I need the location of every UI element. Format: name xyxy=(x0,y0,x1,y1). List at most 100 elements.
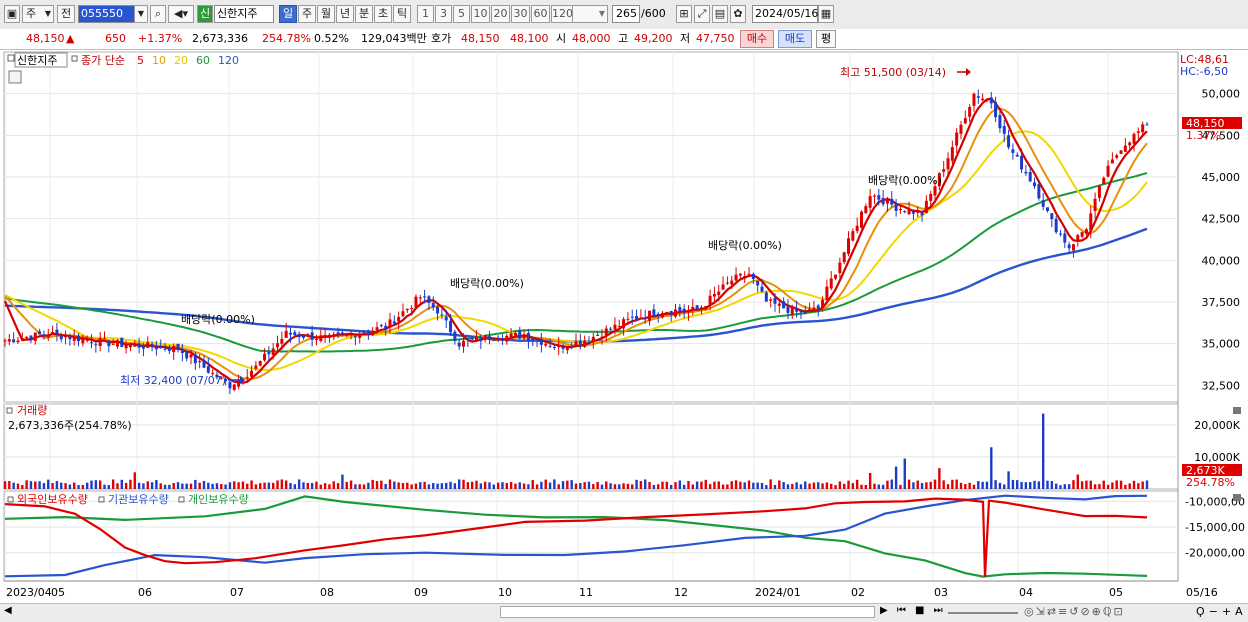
stock-chart[interactable]: 32,50035,00037,50040,00042,50045,00047,5… xyxy=(0,50,1248,603)
scroll-thumb[interactable] xyxy=(500,606,875,618)
candle-body xyxy=(206,366,210,373)
volume-bar xyxy=(73,482,76,489)
x-tick-label: 07 xyxy=(230,586,244,599)
candle-body xyxy=(864,206,868,214)
candle-body xyxy=(7,339,11,342)
candle-body xyxy=(639,317,643,320)
candle-body xyxy=(33,332,37,341)
candle-body xyxy=(289,332,292,335)
interval-button-120[interactable]: 120 xyxy=(551,5,574,23)
market-select[interactable]: 주 ▼ xyxy=(22,5,54,23)
candle-body xyxy=(916,210,920,213)
interval-button-3[interactable]: 3 xyxy=(435,5,452,23)
nav-controls-icon[interactable]: ▶ ⏮ ■ ⏭ xyxy=(880,605,946,616)
interval-button-60[interactable]: 60 xyxy=(531,5,550,23)
volume-bar xyxy=(920,483,924,489)
candle-body xyxy=(1020,155,1024,170)
turnover: 0.52% xyxy=(314,32,349,45)
volume-bar xyxy=(855,479,859,489)
candle-body xyxy=(985,99,989,101)
period-button-4[interactable]: 분 xyxy=(355,5,373,23)
low-price: 47,750 xyxy=(696,32,735,45)
bottom-scrollbar[interactable]: ◀ ▶ ⏮ ■ ⏭ ◎⇲⇄≡↺⊘⊕ℚ⊡ Ϙ−+A xyxy=(0,603,1248,622)
x-tick-label: 04 xyxy=(1019,586,1033,599)
draw-tool-icon[interactable]: ⤢ xyxy=(694,5,710,23)
interval-button-20[interactable]: 20 xyxy=(491,5,510,23)
speaker-icon[interactable]: ◀▾ xyxy=(168,5,194,23)
volume-bar xyxy=(842,483,846,489)
candle-body xyxy=(314,339,318,341)
interval-button-5[interactable]: 5 xyxy=(453,5,470,23)
panel-close-icon[interactable] xyxy=(1233,494,1241,501)
candle-body xyxy=(327,334,331,338)
candle-body xyxy=(1011,149,1015,153)
zoom-slider[interactable] xyxy=(948,612,1018,614)
candle-body xyxy=(371,330,375,336)
candle-body xyxy=(1024,171,1028,174)
chevron-down-icon[interactable]: ▼ xyxy=(134,5,148,23)
volume-bar xyxy=(899,484,902,489)
candle-body xyxy=(1037,184,1041,199)
candle-body xyxy=(111,344,115,346)
volume-bar xyxy=(328,484,331,489)
volume-bar xyxy=(678,480,682,489)
volume-bar xyxy=(1020,481,1023,489)
volume-bar xyxy=(297,479,301,489)
count-input[interactable]: 265 xyxy=(612,5,640,23)
candle-body xyxy=(860,211,863,228)
candle-body xyxy=(301,335,305,338)
interval-button-10[interactable]: 10 xyxy=(471,5,490,23)
candle-body xyxy=(855,225,859,232)
save-icon[interactable]: ▤ xyxy=(712,5,728,23)
eval-button[interactable]: 평 xyxy=(816,30,836,48)
x-tick-label: 10 xyxy=(498,586,512,599)
volume-bar xyxy=(1003,484,1006,489)
scroll-left-icon[interactable]: ◀ xyxy=(4,605,12,616)
chart-tools-icon[interactable]: ◎⇲⇄≡↺⊘⊕ℚ⊡ xyxy=(1024,605,1125,618)
chart-tool-icon[interactable]: ⊞ xyxy=(676,5,692,23)
buy-button[interactable]: 매수 xyxy=(740,30,774,48)
candle-body xyxy=(557,344,561,348)
calendar-icon[interactable]: ▦ xyxy=(818,5,834,23)
candle-body xyxy=(665,311,669,313)
gear-icon[interactable]: ✿ xyxy=(730,5,746,23)
interval-dropdown[interactable]: ▼ xyxy=(572,5,608,23)
ask-price: 48,150 xyxy=(461,32,500,45)
panel-close-icon[interactable] xyxy=(1233,407,1241,414)
candle-body xyxy=(1058,233,1062,235)
period-button-5[interactable]: 초 xyxy=(374,5,392,23)
date-input[interactable]: 2024/05/16 xyxy=(752,5,818,23)
interval-button-1[interactable]: 1 xyxy=(417,5,434,23)
volume-bar xyxy=(1076,474,1079,489)
volume-bar xyxy=(85,482,89,489)
table-icon[interactable] xyxy=(8,70,22,84)
volume-bar xyxy=(90,480,93,489)
prev-button[interactable]: 전 xyxy=(57,5,75,23)
volume-bar xyxy=(492,484,496,489)
period-button-2[interactable]: 월 xyxy=(317,5,335,23)
x-tick-label: 09 xyxy=(414,586,428,599)
period-button-0[interactable]: 일 xyxy=(279,5,297,23)
zoom-controls-icon[interactable]: Ϙ−+A xyxy=(1196,605,1247,618)
volume-bar xyxy=(228,482,232,489)
candle-body xyxy=(1119,150,1123,154)
volume-bar xyxy=(925,482,928,489)
sell-button[interactable]: 매도 xyxy=(778,30,812,48)
volume-bar xyxy=(276,480,279,489)
volume-bar xyxy=(977,481,980,489)
volume-bar xyxy=(721,484,725,489)
period-button-6[interactable]: 틱 xyxy=(393,5,411,23)
search-icon[interactable]: ⌕ xyxy=(150,5,166,23)
volume-bar xyxy=(535,484,539,489)
period-button-1[interactable]: 주 xyxy=(298,5,316,23)
candle-body xyxy=(561,347,565,349)
x-tick-label: 08 xyxy=(320,586,334,599)
period-button-3[interactable]: 년 xyxy=(336,5,354,23)
chart-area[interactable]: 32,500 35,000 37,500 40,000 42,500 45,000 47,5… xyxy=(0,50,1248,603)
code-input[interactable]: 055550 xyxy=(78,5,136,23)
volume-bar xyxy=(237,482,240,489)
candle-body xyxy=(254,365,258,369)
window-icon[interactable]: ▣ xyxy=(4,5,20,23)
stock-name[interactable]: 신한지주 xyxy=(214,5,274,23)
interval-button-30[interactable]: 30 xyxy=(511,5,530,23)
